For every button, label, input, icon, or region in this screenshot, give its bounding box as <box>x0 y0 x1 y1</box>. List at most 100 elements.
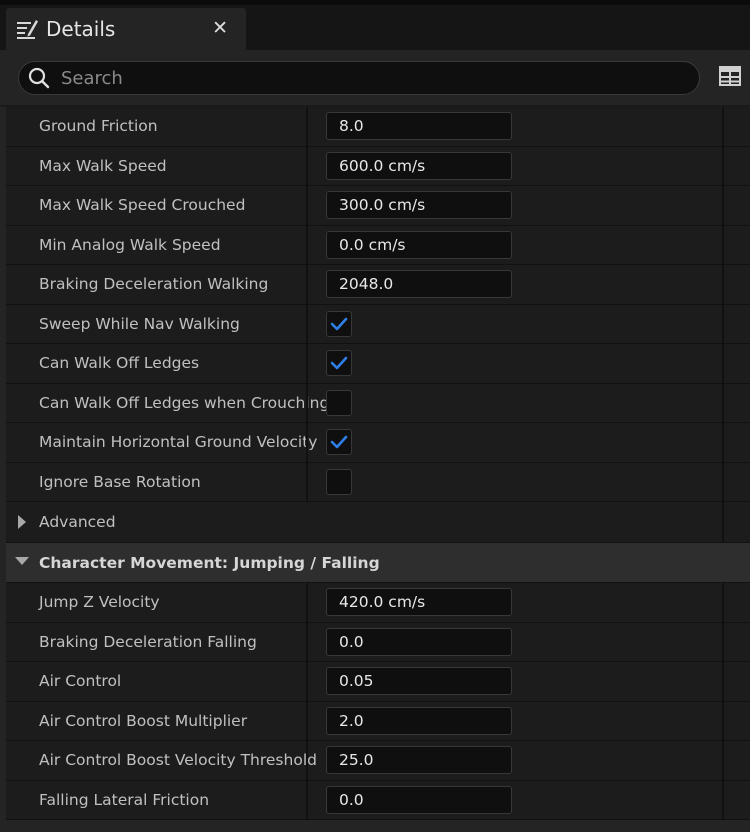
column-separator[interactable] <box>306 265 308 304</box>
table-view-icon[interactable] <box>718 64 742 88</box>
search-input[interactable] <box>59 66 663 90</box>
title-bar-line <box>0 0 750 5</box>
column-separator <box>722 462 724 501</box>
column-separator[interactable] <box>306 583 308 622</box>
property-row: Min Analog Walk Speed 0.0 cm/s <box>6 225 750 265</box>
column-separator[interactable] <box>306 383 308 422</box>
property-label: Ground Friction <box>39 117 158 135</box>
column-separator[interactable] <box>306 780 308 819</box>
collapse-arrow-icon <box>15 556 29 565</box>
property-label: Jump Z Velocity <box>39 593 160 611</box>
column-separator[interactable] <box>306 304 308 343</box>
property-row: Braking Deceleration Walking 2048.0 <box>6 265 750 305</box>
property-value-field[interactable]: 0.0 <box>326 627 512 656</box>
property-row: Jump Z Velocity 420.0 cm/s <box>6 583 750 623</box>
property-label: Min Analog Walk Speed <box>39 235 221 254</box>
expand-arrow-icon <box>18 515 26 529</box>
advanced-label: Advanced <box>39 513 116 531</box>
property-label: Braking Deceleration Walking <box>39 275 269 293</box>
property-label: Maintain Horizontal Ground Velocity <box>39 433 318 451</box>
column-separator <box>722 423 724 462</box>
details-panel: Ground Friction 8.0 Max Walk Speed 600.0 cm… <box>0 50 750 832</box>
checkmark-icon <box>330 317 348 330</box>
section-title: Character Movement: Jumping / Falling <box>39 553 380 572</box>
checkmark-icon <box>330 435 348 449</box>
property-value-field[interactable]: 300.0 cm/s <box>326 191 512 219</box>
column-separator[interactable] <box>306 344 308 383</box>
property-checkbox[interactable] <box>326 310 352 337</box>
property-label: Braking Deceleration Falling <box>39 632 257 651</box>
tab-title: Details <box>46 17 116 41</box>
column-separator <box>722 344 724 383</box>
property-row: Max Walk Speed 600.0 cm/s <box>6 146 750 186</box>
property-label: Falling Lateral Friction <box>39 790 210 809</box>
property-value-field[interactable]: 0.05 <box>326 667 512 695</box>
column-separator <box>722 583 724 622</box>
property-row: Max Walk Speed Crouched 300.0 cm/s <box>6 186 750 226</box>
search-bar[interactable] <box>18 61 700 95</box>
property-row: Ground Friction 8.0 <box>6 107 750 147</box>
property-row: Maintain Horizontal Ground Velocity <box>6 423 750 463</box>
property-value-field[interactable]: 420.0 cm/s <box>326 588 512 616</box>
column-separator <box>722 225 724 264</box>
column-separator[interactable] <box>306 462 308 501</box>
property-value-field[interactable]: 600.0 cm/s <box>326 151 512 180</box>
property-value-field[interactable]: 2.0 <box>326 706 512 735</box>
property-value-field[interactable]: 2048.0 <box>326 270 512 298</box>
column-separator[interactable] <box>306 107 308 146</box>
property-value-field[interactable]: 0.0 cm/s <box>326 230 512 259</box>
property-row: Can Walk Off Ledges <box>6 344 750 384</box>
property-row: Air Control Boost Velocity Threshold 25.0 <box>6 741 750 781</box>
property-row: Can Walk Off Ledges when Crouching <box>6 383 750 423</box>
close-icon[interactable]: ✕ <box>212 17 228 39</box>
column-separator <box>722 741 724 780</box>
property-label: Can Walk Off Ledges <box>39 354 200 372</box>
property-value-field[interactable]: 0.0 <box>326 785 512 814</box>
property-checkbox[interactable] <box>326 429 352 455</box>
property-row: Sweep While Nav Walking <box>6 304 750 344</box>
column-separator[interactable] <box>306 701 308 740</box>
property-label: Ignore Base Rotation <box>39 472 201 491</box>
property-list: Ground Friction 8.0 Max Walk Speed 600.0 cm… <box>6 107 750 820</box>
property-label: Max Walk Speed <box>39 156 167 175</box>
property-row: Air Control 0.05 <box>6 662 750 702</box>
column-separator <box>722 265 724 304</box>
details-tab[interactable]: Details ✕ <box>6 8 246 50</box>
column-separator <box>722 780 724 819</box>
property-label: Max Walk Speed Crouched <box>39 196 246 214</box>
property-label: Air Control Boost Velocity Threshold <box>39 751 317 769</box>
property-checkbox[interactable] <box>326 350 352 376</box>
column-separator[interactable] <box>306 423 308 462</box>
column-separator <box>722 304 724 343</box>
property-checkbox[interactable] <box>326 468 352 495</box>
checkmark-icon <box>330 356 348 370</box>
column-separator <box>722 146 724 185</box>
property-row: Ignore Base Rotation <box>6 462 750 502</box>
column-separator[interactable] <box>306 225 308 264</box>
edit-icon <box>14 16 40 42</box>
property-label: Air Control <box>39 672 122 690</box>
property-row: Air Control Boost Multiplier 2.0 <box>6 701 750 741</box>
column-separator <box>722 701 724 740</box>
column-separator <box>722 622 724 661</box>
column-separator <box>722 662 724 701</box>
advanced-row[interactable]: Advanced <box>6 502 750 543</box>
property-value-field[interactable]: 25.0 <box>326 746 512 774</box>
column-separator[interactable] <box>306 662 308 701</box>
property-checkbox[interactable] <box>326 389 352 416</box>
search-icon <box>28 67 50 89</box>
column-separator <box>722 383 724 422</box>
property-label: Can Walk Off Ledges when Crouching <box>39 393 330 412</box>
column-separator[interactable] <box>306 622 308 661</box>
column-separator <box>722 186 724 225</box>
property-row: Falling Lateral Friction 0.0 <box>6 780 750 820</box>
property-value-field[interactable]: 8.0 <box>326 112 512 140</box>
property-row: Braking Deceleration Falling 0.0 <box>6 622 750 662</box>
column-separator[interactable] <box>306 741 308 780</box>
column-separator[interactable] <box>306 146 308 185</box>
title-bar: Details ✕ <box>0 0 750 50</box>
section-header-jumping-falling[interactable]: Character Movement: Jumping / Falling <box>6 542 750 583</box>
column-separator <box>722 502 724 542</box>
column-separator[interactable] <box>306 186 308 225</box>
property-label: Air Control Boost Multiplier <box>39 711 248 730</box>
